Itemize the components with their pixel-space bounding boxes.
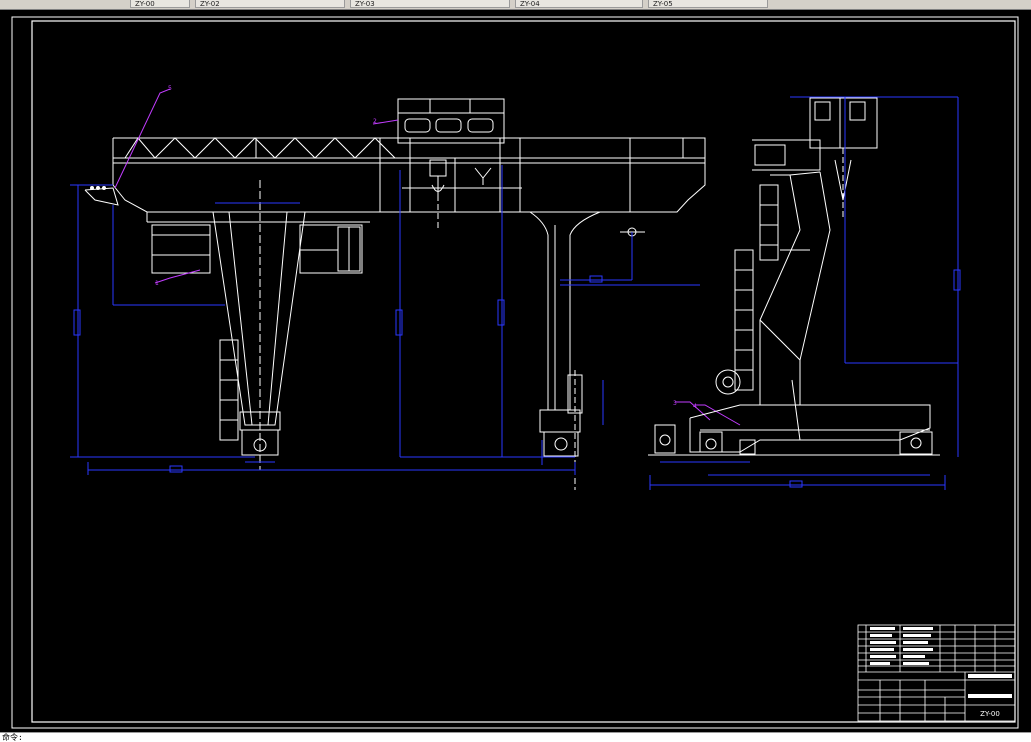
taskbar-button-5[interactable]: ZY-05 xyxy=(648,0,768,8)
title-block-fills xyxy=(870,627,1012,698)
svg-text:5: 5 xyxy=(168,85,172,92)
taskbar-button-4[interactable]: ZY-04 xyxy=(515,0,643,8)
drawing-svg: 5 2 1 3 4 ZY-00 xyxy=(11,16,1019,729)
taskbar-button-2[interactable]: ZY-02 xyxy=(195,0,345,8)
front-view xyxy=(84,98,706,490)
taskbar-button-label: ZY-00 xyxy=(135,0,155,8)
side-view xyxy=(648,97,940,456)
sheet-inner-border xyxy=(31,20,1016,723)
taskbar-button-label: ZY-03 xyxy=(355,0,375,8)
svg-text:1: 1 xyxy=(155,280,159,287)
taskbar: ZY-00 ZY-02 ZY-03 ZY-04 ZY-05 xyxy=(0,0,1031,10)
svg-text:3: 3 xyxy=(673,400,677,407)
taskbar-button-1[interactable]: ZY-00 xyxy=(130,0,190,8)
taskbar-button-label: ZY-05 xyxy=(653,0,673,8)
title-block xyxy=(857,624,1016,722)
taskbar-button-3[interactable]: ZY-03 xyxy=(350,0,510,8)
taskbar-button-label: ZY-02 xyxy=(200,0,220,8)
drawing-number: ZY-00 xyxy=(980,710,1000,718)
svg-text:4: 4 xyxy=(693,403,697,410)
callout-leaders xyxy=(114,88,741,426)
svg-text:2: 2 xyxy=(373,118,377,125)
callout-labels: 5 2 1 3 4 xyxy=(155,85,697,410)
taskbar-button-label: ZY-04 xyxy=(520,0,540,8)
cad-drawing-canvas[interactable]: 5 2 1 3 4 ZY-00 xyxy=(0,10,1031,731)
side-view-dimensions xyxy=(649,96,961,490)
sheet-outer-border xyxy=(11,16,1019,729)
